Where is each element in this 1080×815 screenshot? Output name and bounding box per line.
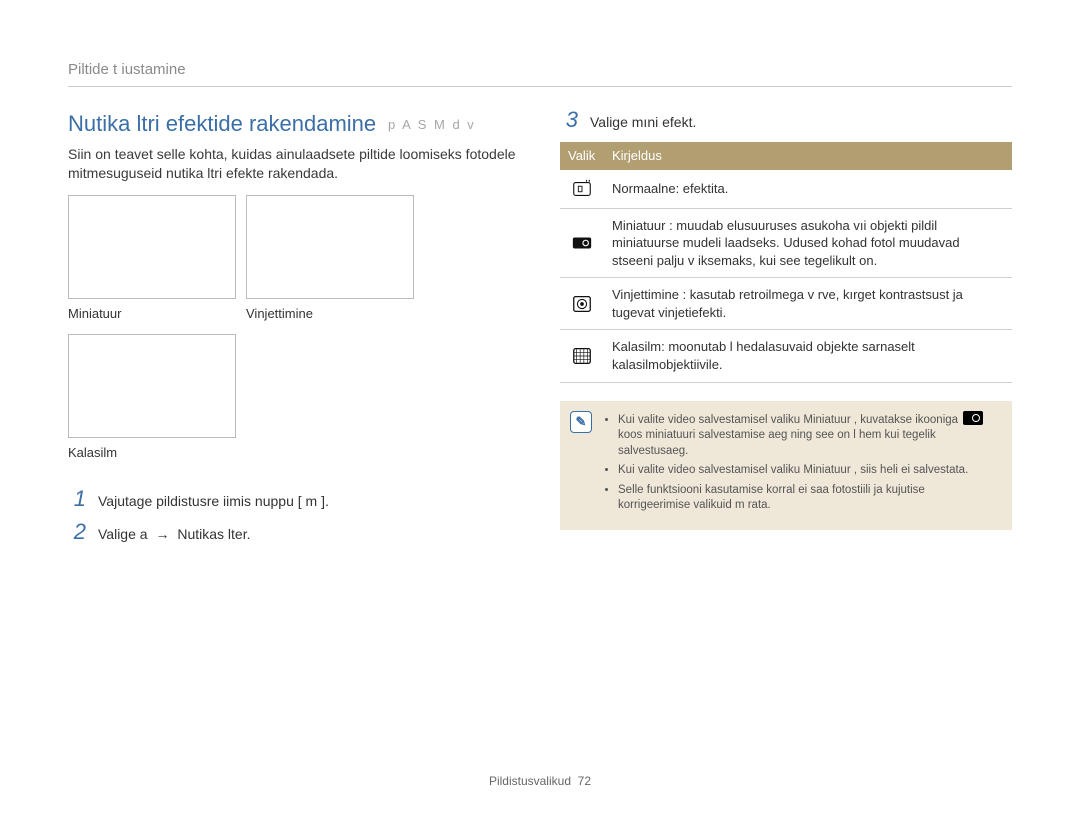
step-suffix: .: [247, 526, 251, 542]
note-item: Selle funktsiooni kasutamise korral ei s…: [618, 483, 1000, 514]
table-row: Miniatuur : muudab elusuuruses asukoha v…: [560, 208, 1012, 278]
step-1: 1 Vajutage pildistusre iimis nuppu [ m ]…: [68, 488, 520, 511]
thumb-miniature: Miniatuur: [68, 195, 236, 335]
miniature-icon: [571, 232, 593, 254]
step-number: 2: [68, 521, 86, 544]
thumb-label: Kalasilm: [68, 444, 236, 462]
thumb-vignette: Vinjettimine: [246, 195, 414, 335]
fisheye-icon: [571, 345, 593, 367]
right-column: 3 Valige mıni efekt. Valik Kirjeldus Nor…: [560, 109, 1012, 553]
table-cell-desc: Vinjettimine : kasutab retroilmega v rve…: [604, 278, 1012, 330]
table-row: Kalasilm: moonutab l hedalasuvaid objekt…: [560, 330, 1012, 382]
thumb-fisheye: Kalasilm: [68, 334, 236, 474]
miniature-record-icon: [963, 411, 983, 425]
table-cell-desc: Kalasilm: moonutab l hedalasuvaid objekt…: [604, 330, 1012, 382]
page-footer: Pildistusvalikud 72: [0, 773, 1080, 789]
table-header-desc: Kirjeldus: [604, 142, 1012, 170]
menu-path: Nutikas lter: [177, 526, 246, 542]
step-number: 1: [68, 488, 86, 511]
step-3: 3 Valige mıni efekt.: [560, 109, 1012, 132]
thumb-image-placeholder: [68, 195, 236, 299]
table-cell-desc: Miniatuur : muudab elusuuruses asukoha v…: [604, 208, 1012, 278]
effect-thumbnails: Miniatuur Vinjettimine Kalasilm: [68, 195, 520, 474]
step-text: Vajutage pildistusre iimis nuppu [ m ].: [98, 488, 329, 511]
table-cell-desc: Normaalne: efektita.: [604, 170, 1012, 209]
left-column: Nutika ltri efektide rakendamine p A S M…: [68, 109, 520, 553]
step-text: Valige a → Nutikas lter.: [98, 521, 250, 544]
thumb-image-placeholder: [68, 334, 236, 438]
footer-page: 72: [578, 774, 591, 788]
note-icon: ✎: [570, 411, 592, 433]
step-number: 3: [560, 109, 578, 132]
step-text: Valige mıni efekt.: [590, 109, 696, 132]
thumb-label: Miniatuur: [68, 305, 236, 323]
normal-icon: [571, 178, 593, 200]
note-item: Kui valite video salvestamisel valiku Mi…: [618, 411, 1000, 460]
step-2: 2 Valige a → Nutikas lter.: [68, 521, 520, 544]
note-box: ✎ Kui valite video salvestamisel valiku …: [560, 401, 1012, 530]
step-prefix: Valige a: [98, 526, 151, 542]
effects-table: Valik Kirjeldus Normaalne: efektita.: [560, 142, 1012, 382]
note-item: Kui valite video salvestamisel valiku Mi…: [618, 463, 1000, 479]
mode-badges: p A S M d v: [388, 117, 476, 132]
breadcrumb: Piltide t iustamine: [68, 60, 1012, 87]
table-header-option: Valik: [560, 142, 604, 170]
arrow-icon: →: [155, 526, 169, 542]
note-list: Kui valite video salvestamisel valiku Mi…: [602, 411, 1000, 518]
table-row: Normaalne: efektita.: [560, 170, 1012, 209]
intro-text: Siin on teavet selle kohta, kuidas ainul…: [68, 145, 520, 183]
footer-section: Pildistusvalikud: [489, 774, 571, 788]
vignette-icon: [571, 293, 593, 315]
page-title: Nutika ltri efektide rakendamine: [68, 111, 376, 136]
thumb-label: Vinjettimine: [246, 305, 414, 323]
thumb-image-placeholder: [246, 195, 414, 299]
table-row: Vinjettimine : kasutab retroilmega v rve…: [560, 278, 1012, 330]
